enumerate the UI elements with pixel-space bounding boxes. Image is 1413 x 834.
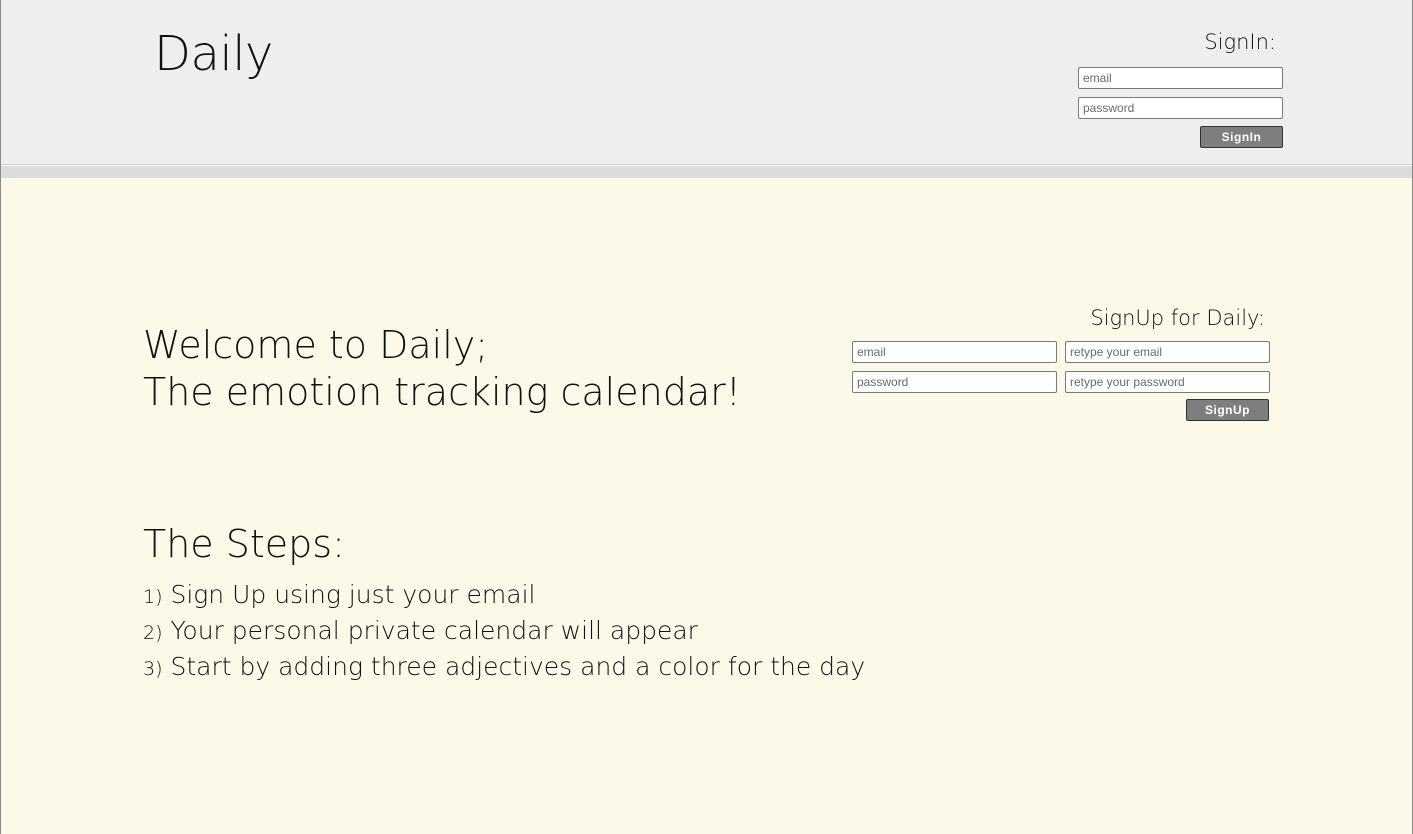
brand-title: Daily [154,26,273,82]
signup-retype-email-input[interactable] [1065,341,1270,363]
steps-list: 1) Sign Up using just your email 2) Your… [143,578,865,686]
header: Daily SignIn: SignIn [1,0,1412,165]
header-divider [1,166,1412,178]
signin-title: SignIn: [1204,30,1276,54]
step-item: 1) Sign Up using just your email [143,578,865,614]
signup-title: SignUp for Daily: [1090,306,1265,330]
step-number: 2) [143,622,163,644]
signin-button[interactable]: SignIn [1200,126,1283,148]
step-text: Sign Up using just your email [170,580,536,609]
signup-email-input[interactable] [852,341,1057,363]
signin-email-input[interactable] [1078,67,1283,89]
welcome-line-2: The emotion tracking calendar! [143,370,741,414]
step-number: 3) [143,658,163,680]
step-item: 3) Start by adding three adjectives and … [143,650,865,686]
page: Daily SignIn: SignIn Welcome to Daily; T… [0,0,1413,834]
signup-password-input[interactable] [852,371,1057,393]
steps-title: The Steps: [143,522,345,566]
step-number: 1) [143,586,163,608]
step-text: Your personal private calendar will appe… [170,616,698,645]
signup-button[interactable]: SignUp [1186,399,1269,421]
step-item: 2) Your personal private calendar will a… [143,614,865,650]
signin-password-input[interactable] [1078,97,1283,119]
step-text: Start by adding three adjectives and a c… [170,652,866,681]
welcome-heading: Welcome to Daily; The emotion tracking c… [143,322,741,416]
signup-retype-password-input[interactable] [1065,371,1270,393]
welcome-line-1: Welcome to Daily; [143,323,489,367]
